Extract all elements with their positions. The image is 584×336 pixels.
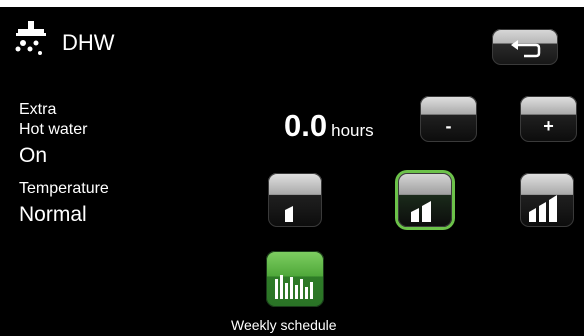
return-arrow-icon xyxy=(511,40,541,58)
hours-value: 0.0 xyxy=(284,108,328,143)
hours-readout: 0.0 hours xyxy=(284,108,374,144)
level-normal-icon xyxy=(411,201,431,222)
temperature-high-button[interactable] xyxy=(520,173,574,227)
level-low-icon xyxy=(285,206,293,222)
hot-water-label: Hot water xyxy=(19,121,88,138)
back-button[interactable] xyxy=(492,29,558,65)
level-high-icon xyxy=(529,195,557,222)
dhw-screen: DHW Extra Hot water On 0.0 hours - + Temp… xyxy=(0,7,584,336)
top-margin xyxy=(0,0,584,7)
page-title: DHW xyxy=(62,30,115,55)
weekly-schedule-label: Weekly schedule xyxy=(231,317,337,333)
temperature-value: Normal xyxy=(19,203,87,226)
extra-hot-water-state: On xyxy=(19,144,48,167)
faucet-icon xyxy=(14,21,48,55)
hours-unit: hours xyxy=(331,121,374,140)
temperature-label: Temperature xyxy=(19,180,109,197)
extra-label: Extra xyxy=(19,101,57,118)
minus-icon: - xyxy=(445,116,452,136)
increase-hours-button[interactable]: + xyxy=(520,96,577,142)
plus-icon: + xyxy=(543,116,554,136)
temperature-normal-button[interactable] xyxy=(398,173,452,227)
weekly-schedule-button[interactable] xyxy=(266,251,324,307)
schedule-bars-icon xyxy=(275,275,313,299)
temperature-low-button[interactable] xyxy=(268,173,322,227)
decrease-hours-button[interactable]: - xyxy=(420,96,477,142)
